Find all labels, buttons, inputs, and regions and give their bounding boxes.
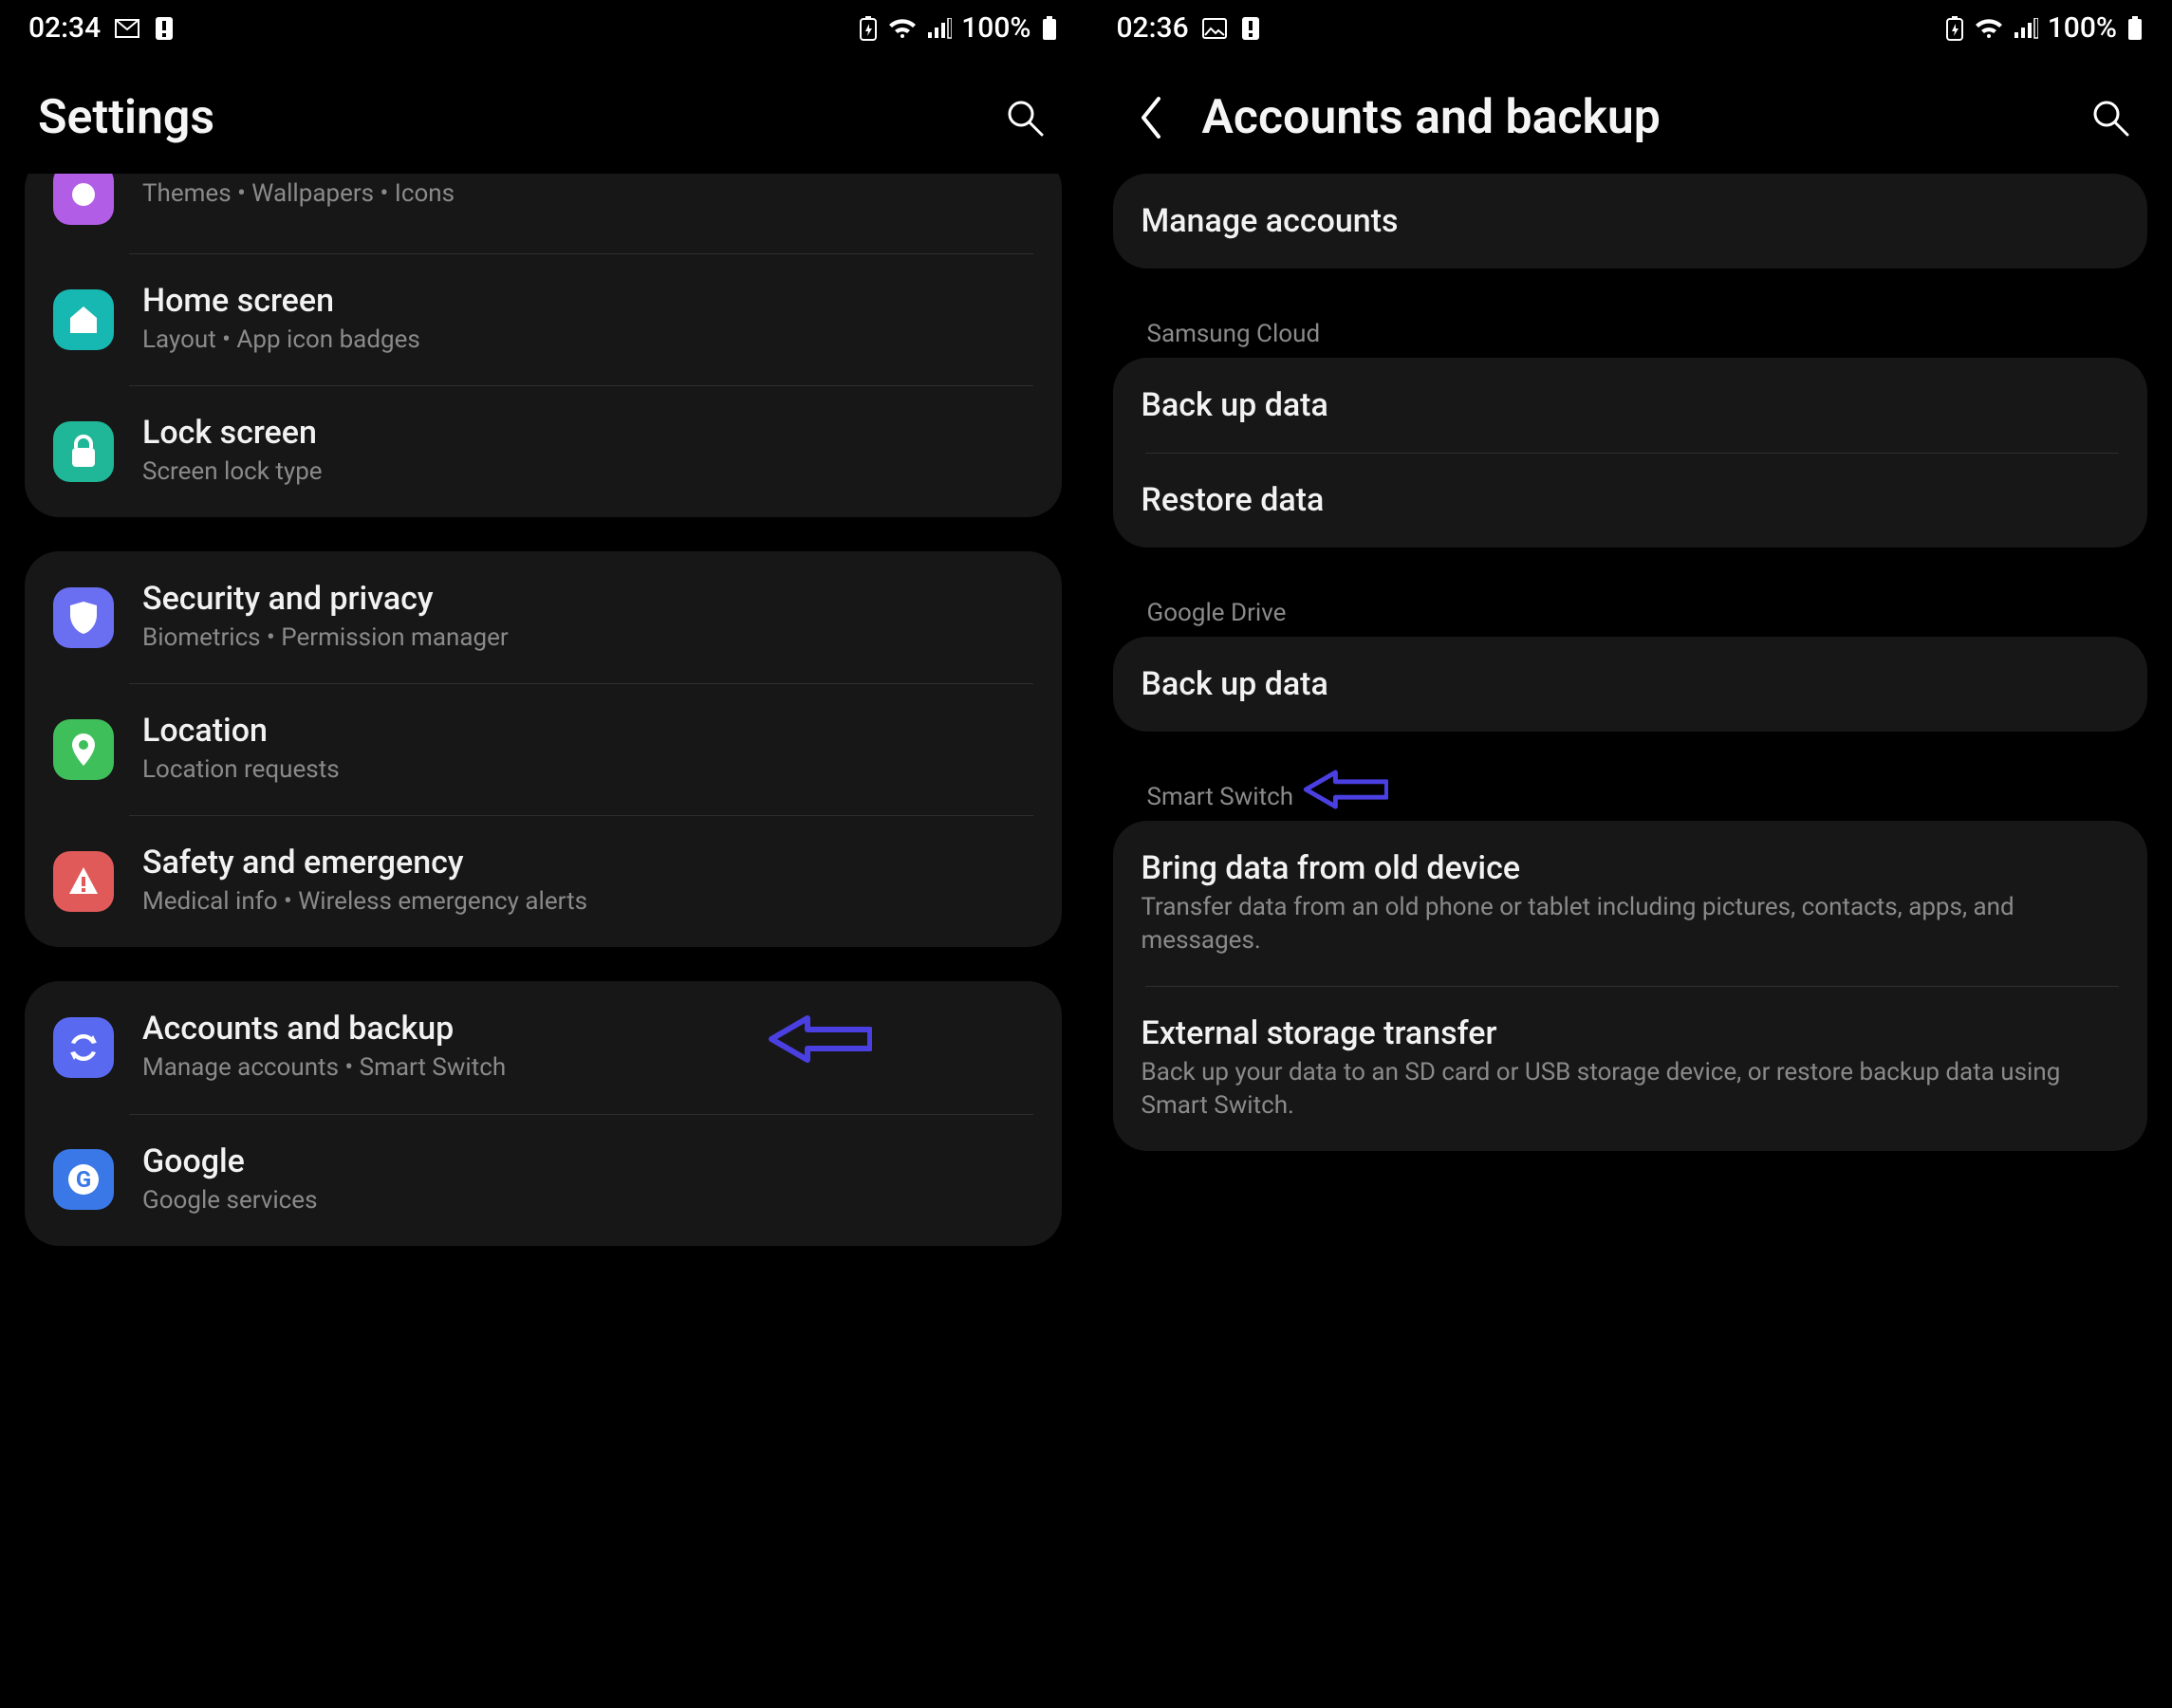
row-title: Google xyxy=(142,1142,1033,1180)
settings-row-themes[interactable]: Themes • Wallpapers • Icons xyxy=(25,174,1062,253)
section-header-label: Smart Switch xyxy=(1147,783,1294,811)
row-subtitle: Biometrics • Permission manager xyxy=(142,622,1033,655)
battery-icon xyxy=(1041,15,1058,42)
row-subtitle: Google services xyxy=(142,1184,1033,1217)
status-time: 02:36 xyxy=(1117,11,1189,45)
alert-icon xyxy=(1240,16,1261,41)
row-title: External storage transfer xyxy=(1142,1014,2120,1052)
search-button[interactable] xyxy=(1001,94,1049,141)
row-title: Manage accounts xyxy=(1142,202,2120,240)
row-subtitle: Themes • Wallpapers • Icons xyxy=(142,177,1033,211)
section-header-samsung-cloud: Samsung Cloud xyxy=(1113,303,2148,358)
emergency-icon xyxy=(53,851,114,912)
row-backup-data-google[interactable]: Back up data xyxy=(1113,637,2148,732)
themes-icon xyxy=(53,174,114,225)
row-title: Lock screen xyxy=(142,414,1033,452)
settings-row-safety[interactable]: Safety and emergency Medical info • Wire… xyxy=(25,815,1062,947)
section-header-smart-switch: Smart Switch xyxy=(1113,766,2148,821)
row-external-storage[interactable]: External storage transfer Back up your d… xyxy=(1113,986,2148,1151)
signal-icon xyxy=(2014,18,2038,39)
page-title: Settings xyxy=(38,90,973,145)
row-title: Back up data xyxy=(1142,665,2120,703)
image-icon xyxy=(1202,18,1227,39)
back-button[interactable] xyxy=(1126,94,1174,141)
accounts-backup-screen: 02:36 100% Ac xyxy=(1086,0,2172,1708)
search-icon xyxy=(2089,97,2131,139)
home-icon xyxy=(53,289,114,350)
row-subtitle: Transfer data from an old phone or table… xyxy=(1142,891,2120,957)
row-subtitle: Medical info • Wireless emergency alerts xyxy=(142,885,1033,919)
row-title: Safety and emergency xyxy=(142,844,1033,882)
row-restore-data[interactable]: Restore data xyxy=(1113,453,2148,548)
wifi-icon xyxy=(887,17,918,40)
settings-group-themes: Themes • Wallpapers • Icons Home screen … xyxy=(25,174,1062,517)
gmail-icon xyxy=(114,18,140,39)
chevron-left-icon xyxy=(1136,95,1164,140)
row-bring-data[interactable]: Bring data from old device Transfer data… xyxy=(1113,821,2148,986)
sync-icon xyxy=(53,1017,114,1078)
search-button[interactable] xyxy=(2087,94,2134,141)
row-title: Bring data from old device xyxy=(1142,849,2120,887)
row-subtitle: Manage accounts • Smart Switch xyxy=(142,1051,1033,1085)
shield-icon xyxy=(53,587,114,648)
row-manage-accounts[interactable]: Manage accounts xyxy=(1113,174,2148,269)
row-title: Accounts and backup xyxy=(142,1010,1033,1048)
header: Accounts and backup xyxy=(1088,52,2172,174)
settings-row-accounts-backup[interactable]: Accounts and backup Manage accounts • Sm… xyxy=(25,981,1062,1113)
settings-screen: 02:34 100% Settings xyxy=(0,0,1086,1708)
battery-percent: 100% xyxy=(961,11,1030,45)
row-title: Location xyxy=(142,712,1033,750)
settings-row-home-screen[interactable]: Home screen Layout • App icon badges xyxy=(25,253,1062,385)
row-title: Security and privacy xyxy=(142,580,1033,618)
settings-row-lock-screen[interactable]: Lock screen Screen lock type xyxy=(25,385,1062,517)
status-bar: 02:36 100% xyxy=(1088,0,2172,52)
section-header-google-drive: Google Drive xyxy=(1113,582,2148,637)
samsung-cloud-group: Back up data Restore data xyxy=(1113,358,2148,548)
page-title: Accounts and backup xyxy=(1202,90,2059,145)
settings-row-google[interactable]: G Google Google services xyxy=(25,1114,1062,1246)
row-title: Back up data xyxy=(1142,386,2120,424)
search-icon xyxy=(1004,97,1046,139)
battery-percent: 100% xyxy=(2048,11,2117,45)
annotation-arrow-icon xyxy=(1303,770,1388,809)
google-icon: G xyxy=(53,1149,114,1210)
manage-accounts-group: Manage accounts xyxy=(1113,174,2148,269)
battery-saver-icon xyxy=(859,15,878,42)
battery-saver-icon xyxy=(1945,15,1964,42)
location-icon xyxy=(53,719,114,780)
row-subtitle: Back up your data to an SD card or USB s… xyxy=(1142,1056,2120,1123)
status-time: 02:34 xyxy=(28,11,101,45)
wifi-icon xyxy=(1974,17,2004,40)
header: Settings xyxy=(0,52,1086,174)
settings-row-security[interactable]: Security and privacy Biometrics • Permis… xyxy=(25,551,1062,683)
svg-text:G: G xyxy=(76,1166,91,1193)
row-subtitle: Screen lock type xyxy=(142,455,1033,489)
google-drive-group: Back up data xyxy=(1113,637,2148,732)
row-subtitle: Location requests xyxy=(142,753,1033,787)
row-subtitle: Layout • App icon badges xyxy=(142,324,1033,357)
settings-group-accounts: Accounts and backup Manage accounts • Sm… xyxy=(25,981,1062,1245)
signal-icon xyxy=(927,18,952,39)
alert-icon xyxy=(154,16,175,41)
settings-group-security: Security and privacy Biometrics • Permis… xyxy=(25,551,1062,947)
row-backup-data-samsung[interactable]: Back up data xyxy=(1113,358,2148,453)
smart-switch-group: Bring data from old device Transfer data… xyxy=(1113,821,2148,1151)
battery-icon xyxy=(2126,15,2144,42)
settings-row-location[interactable]: Location Location requests xyxy=(25,683,1062,815)
row-title: Restore data xyxy=(1142,481,2120,519)
lock-icon xyxy=(53,421,114,482)
status-bar: 02:34 100% xyxy=(0,0,1086,52)
row-title: Home screen xyxy=(142,282,1033,320)
